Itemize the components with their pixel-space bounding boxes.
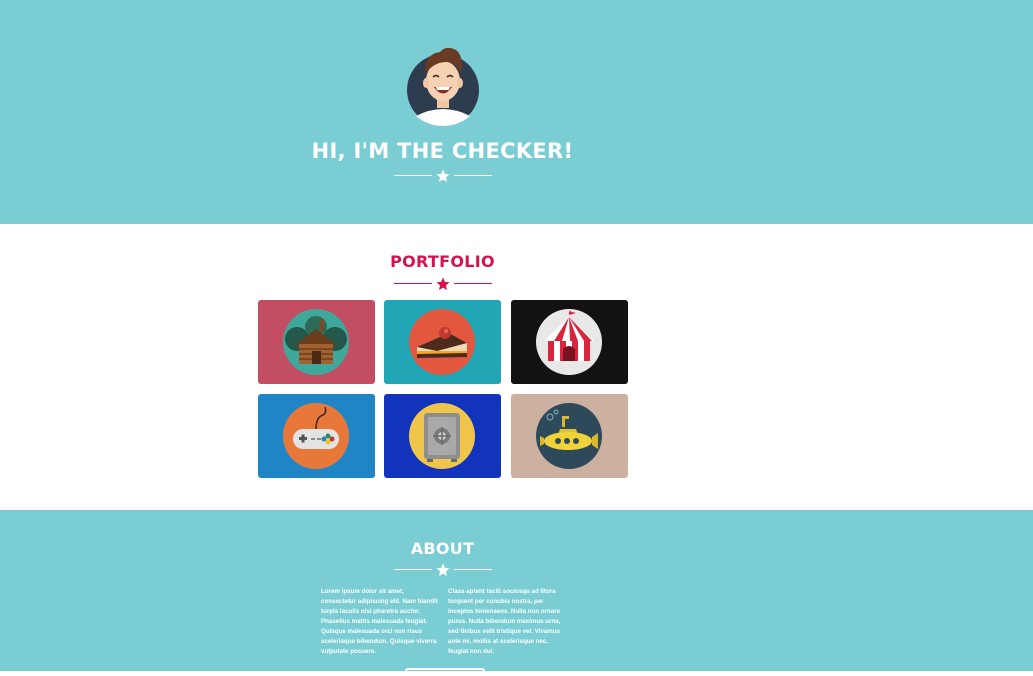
portfolio-item-controller[interactable] xyxy=(258,394,375,478)
divider-line xyxy=(394,175,432,176)
star-icon xyxy=(436,169,450,182)
hero-section: HI, I'M THE CHECKER! xyxy=(0,0,1033,224)
hero-title: HI, I'M THE CHECKER! xyxy=(311,139,574,163)
about-title: ABOUT xyxy=(410,539,475,558)
divider-line xyxy=(394,283,432,284)
about-section: ABOUT Lorem ipsum dolor sit amet, consec… xyxy=(0,510,1033,676)
about-button[interactable] xyxy=(405,668,485,676)
portfolio-item-cabin[interactable] xyxy=(258,300,375,384)
hero-divider xyxy=(394,169,492,183)
game-controller-icon xyxy=(283,403,349,469)
safe-icon xyxy=(409,403,475,469)
divider-line xyxy=(394,569,432,570)
portfolio-item-circus[interactable] xyxy=(511,300,628,384)
star-icon xyxy=(436,277,450,290)
circus-tent-icon xyxy=(536,309,602,375)
divider-line xyxy=(454,175,492,176)
divider-line xyxy=(454,569,492,570)
cabin-icon xyxy=(283,309,349,375)
star-icon xyxy=(436,563,450,576)
about-text-left: Lorem ipsum dolor sit amet, consectetur … xyxy=(321,588,438,655)
person-avatar-icon xyxy=(407,47,479,126)
cake-slice-icon xyxy=(409,309,475,375)
submarine-icon xyxy=(536,403,602,469)
portfolio-title: PORTFOLIO xyxy=(390,252,495,271)
divider-line xyxy=(454,283,492,284)
about-text-right: Class aptent taciti sociosqu ad litora t… xyxy=(448,588,561,655)
about-divider xyxy=(394,563,492,577)
portfolio-item-submarine[interactable] xyxy=(511,394,628,478)
portfolio-divider xyxy=(394,277,492,291)
portfolio-item-cake[interactable] xyxy=(384,300,501,384)
portfolio-item-safe[interactable] xyxy=(384,394,501,478)
